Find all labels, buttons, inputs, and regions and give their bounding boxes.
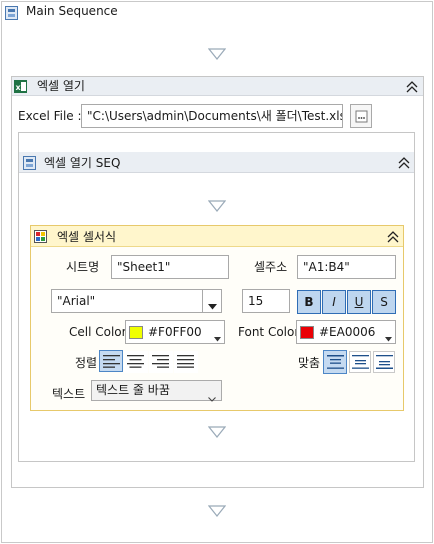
cell-format-header[interactable]: 엑셀 셀서식 bbox=[31, 226, 403, 247]
valign-middle-button[interactable] bbox=[349, 351, 371, 373]
valign-top-icon bbox=[327, 355, 344, 369]
cell-color-picker[interactable]: #F0FF00 bbox=[125, 320, 225, 344]
text-wrap-value: 텍스트 줄 바꿈 bbox=[96, 383, 170, 397]
cell-format-title: 엑셀 셀서식 bbox=[57, 230, 117, 244]
svg-text:x: x bbox=[16, 83, 22, 92]
align-left-icon bbox=[103, 355, 120, 368]
excel-icon: x bbox=[14, 80, 27, 93]
font-name-input[interactable]: "Arial" bbox=[51, 289, 203, 313]
align-label: 정렬 bbox=[75, 356, 98, 370]
chevron-down-icon bbox=[208, 299, 217, 310]
chevron-down-icon bbox=[208, 389, 216, 402]
cell-address-label: 셀주소 bbox=[254, 260, 288, 274]
flow-arrow-icon bbox=[207, 505, 227, 517]
cell-address-input[interactable]: "A1:B4" bbox=[297, 255, 396, 279]
flow-arrow-icon bbox=[207, 48, 227, 60]
cell-format-icon bbox=[34, 230, 47, 243]
browse-file-button[interactable] bbox=[350, 104, 372, 128]
align-right-icon bbox=[152, 355, 169, 368]
collapse-icon[interactable] bbox=[387, 231, 399, 243]
text-label: 텍스트 bbox=[52, 387, 86, 401]
font-color-swatch bbox=[300, 326, 314, 339]
main-sequence-header[interactable]: Main Sequence bbox=[2, 2, 432, 22]
seq-header[interactable]: 엑셀 열기 SEQ bbox=[19, 152, 414, 173]
sheet-name-input[interactable]: "Sheet1" bbox=[111, 255, 229, 279]
flow-arrow-icon bbox=[207, 426, 227, 438]
fit-label: 맞춤 bbox=[298, 356, 321, 370]
align-right-button[interactable] bbox=[149, 351, 173, 373]
strikethrough-button[interactable]: S bbox=[372, 290, 396, 314]
collapse-icon[interactable] bbox=[398, 157, 410, 169]
align-justify-icon bbox=[177, 355, 194, 368]
cell-color-value: #F0FF00 bbox=[148, 325, 202, 339]
font-color-value: #EA0006 bbox=[319, 325, 376, 339]
font-name-dropdown[interactable] bbox=[202, 289, 222, 313]
excel-file-input[interactable]: "C:\Users\admin\Documents\새 폴더\Test.xlsx… bbox=[81, 104, 343, 128]
underline-button[interactable]: U bbox=[347, 290, 371, 314]
font-size-input[interactable]: 15 bbox=[242, 289, 290, 313]
text-wrap-select[interactable]: 텍스트 줄 바꿈 bbox=[91, 380, 222, 402]
font-color-picker[interactable]: #EA0006 bbox=[296, 320, 396, 344]
valign-bottom-icon bbox=[376, 355, 393, 369]
font-color-label: Font Color bbox=[238, 325, 300, 339]
sequence-icon bbox=[23, 156, 36, 170]
align-justify-button[interactable] bbox=[174, 351, 198, 373]
chevron-down-icon bbox=[214, 331, 221, 342]
valign-middle-icon bbox=[352, 355, 369, 369]
cell-color-label: Cell Color bbox=[69, 325, 127, 339]
valign-top-button[interactable] bbox=[323, 350, 347, 374]
collapse-icon[interactable] bbox=[406, 81, 418, 93]
browse-icon bbox=[355, 110, 368, 123]
sheet-name-label: 시트명 bbox=[66, 260, 100, 274]
flow-arrow-icon bbox=[207, 200, 227, 212]
main-sequence-title: Main Sequence bbox=[26, 4, 118, 18]
bold-button[interactable]: B bbox=[297, 290, 321, 314]
italic-button[interactable]: I bbox=[322, 290, 346, 314]
excel-open-header[interactable]: x 엑셀 열기 bbox=[12, 77, 423, 96]
chevron-down-icon bbox=[385, 331, 392, 342]
align-center-icon bbox=[127, 355, 144, 368]
excel-file-label: Excel File : bbox=[18, 109, 82, 123]
valign-bottom-button[interactable] bbox=[373, 351, 395, 373]
align-center-button[interactable] bbox=[124, 351, 148, 373]
seq-title: 엑셀 열기 SEQ bbox=[44, 156, 121, 170]
excel-open-title: 엑셀 열기 bbox=[37, 79, 85, 93]
cell-color-swatch bbox=[129, 326, 143, 339]
align-left-button[interactable] bbox=[99, 350, 123, 372]
sequence-icon bbox=[5, 6, 18, 20]
